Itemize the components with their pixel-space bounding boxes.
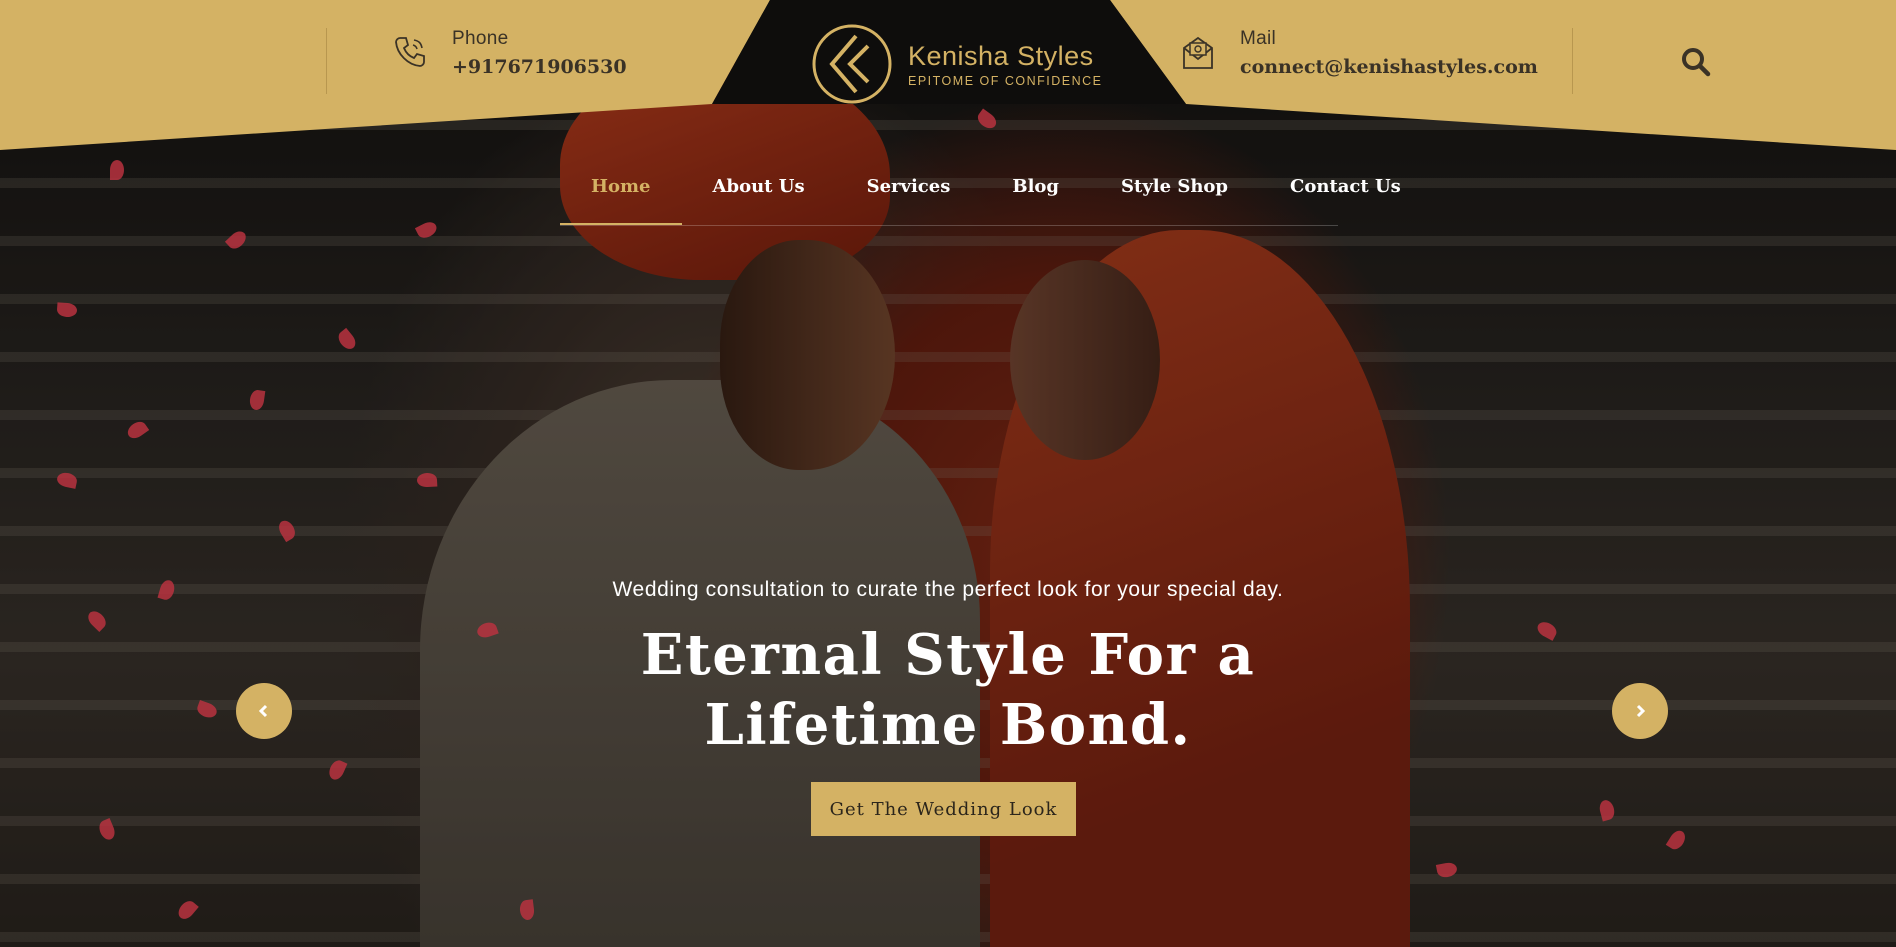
logo-title: Kenisha Styles [908, 40, 1094, 71]
logo-tagline: EPITOME OF CONFIDENCE [908, 73, 1103, 88]
nav-services[interactable]: Services [836, 168, 982, 225]
mail-contact[interactable]: Mail connect@kenishastyles.com [1178, 28, 1538, 78]
phone-icon [395, 37, 425, 67]
header-divider-right [1572, 28, 1573, 94]
main-nav: Home About Us Services Blog Style Shop C… [560, 168, 1401, 226]
mail-label: Mail [1240, 28, 1277, 49]
nav-style-shop[interactable]: Style Shop [1090, 168, 1259, 225]
phone-contact[interactable]: Phone +917671906530 [390, 28, 627, 78]
hero-subtitle: Wedding consultation to curate the perfe… [612, 578, 1284, 601]
chevron-right-icon [1636, 704, 1646, 718]
slider-next-button[interactable] [1612, 683, 1668, 739]
wedding-look-button[interactable]: Get The Wedding Look [811, 782, 1076, 836]
nav-home[interactable]: Home [560, 168, 682, 225]
nav-blog[interactable]: Blog [981, 168, 1090, 225]
site-logo[interactable]: Kenisha Styles EPITOME OF CONFIDENCE [810, 22, 1102, 106]
mail-address[interactable]: connect@kenishastyles.com [1240, 56, 1538, 78]
logo-emblem-icon [812, 24, 892, 104]
hero-title: Eternal Style For a Lifetime Bond. [640, 622, 1256, 758]
search-icon [1682, 48, 1711, 77]
header-divider-left [326, 28, 327, 94]
nav-about-us[interactable]: About Us [682, 168, 836, 225]
phone-label: Phone [452, 28, 509, 49]
search-button[interactable] [1680, 46, 1712, 78]
mail-icon [1183, 36, 1213, 69]
petal-decoration [416, 472, 438, 488]
petal-decoration [110, 160, 124, 180]
chevron-left-icon [258, 704, 268, 718]
nav-contact-us[interactable]: Contact Us [1259, 168, 1432, 225]
phone-number[interactable]: +917671906530 [452, 56, 627, 78]
slider-prev-button[interactable] [236, 683, 292, 739]
